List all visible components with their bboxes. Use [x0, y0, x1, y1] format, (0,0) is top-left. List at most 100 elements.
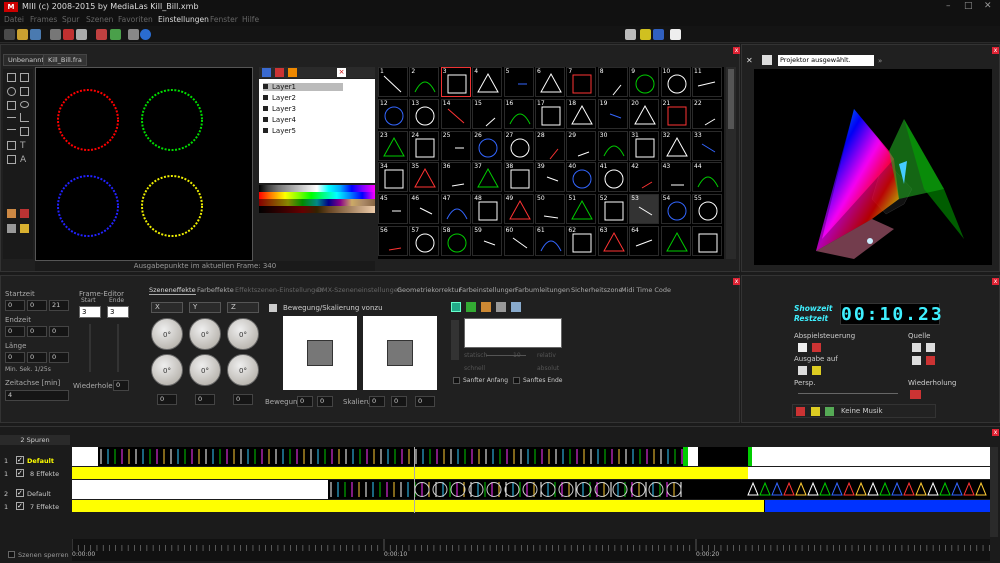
wiederholen-input[interactable]: 0 — [113, 380, 129, 391]
effect-thumbnail[interactable]: 38 — [503, 162, 534, 193]
effect-text-box[interactable] — [464, 318, 562, 348]
szenen-sperren-checkbox[interactable] — [8, 551, 15, 558]
layer-item[interactable]: Layer3 — [263, 105, 296, 113]
effect-thumbnail[interactable]: 25 — [440, 130, 471, 161]
end-frame-input[interactable]: 0 — [49, 326, 69, 337]
cut-icon[interactable] — [96, 29, 107, 40]
music-edit-icon[interactable] — [825, 407, 834, 416]
effect-thumbnail[interactable]: 28 — [535, 130, 565, 161]
bewegung-y-input[interactable]: 0 — [317, 396, 333, 407]
zeitachse-select[interactable]: 4 — [5, 390, 69, 401]
menu-einstellungen[interactable]: Einstellungen — [158, 15, 209, 24]
effect-thumbnail[interactable]: 24 — [409, 130, 440, 161]
effect-thumbnail[interactable]: 35 — [409, 162, 440, 193]
effect-thumbnail[interactable]: 40 — [566, 162, 597, 193]
layer-add-icon[interactable] — [262, 68, 271, 77]
close-panel-icon[interactable]: x — [733, 47, 740, 54]
length-frame-input[interactable]: 0 — [49, 352, 69, 363]
z-axis-select[interactable]: Z — [227, 302, 259, 313]
knob-z-step[interactable]: 0 — [233, 394, 253, 405]
effect-thumbnail[interactable]: 29 — [566, 130, 597, 161]
menu-datei[interactable]: Datei — [4, 15, 24, 24]
track-name[interactable]: Default — [27, 457, 54, 465]
piano-icon[interactable] — [670, 29, 681, 40]
tab-szeneneffekte[interactable]: Szeneneffekte — [149, 286, 196, 295]
music-off-icon[interactable] — [796, 407, 805, 416]
source-icon-3[interactable] — [912, 356, 921, 365]
source-icon-4[interactable] — [926, 356, 935, 365]
sanfter-anfang-checkbox[interactable] — [453, 377, 460, 384]
menu-fenster[interactable]: Fenster — [210, 15, 238, 24]
effect-thumbnail[interactable]: 59 — [472, 226, 503, 256]
bewegung-von-preview[interactable] — [283, 316, 357, 390]
effect-thumbnail[interactable]: 30 — [597, 130, 628, 161]
track-2-frames[interactable] — [72, 480, 990, 499]
rotation-speed-knob-z[interactable]: 0° — [227, 354, 259, 386]
skalierung-y-input[interactable]: 0 — [391, 396, 407, 407]
effect-thumbnail[interactable]: 18 — [566, 98, 597, 129]
copy-tool-icon[interactable] — [7, 224, 16, 233]
effect-mode-icon-1[interactable] — [451, 302, 461, 312]
tab-effektszenen[interactable]: Effektszenen-Einstellungen — [235, 286, 323, 294]
effect-thumbnail[interactable]: 55 — [692, 194, 722, 225]
color-palette[interactable] — [259, 185, 375, 215]
pencil-tool-icon[interactable] — [7, 209, 16, 218]
info-icon[interactable] — [140, 29, 151, 40]
length-min-input[interactable]: 0 — [5, 352, 25, 363]
start-min-input[interactable]: 0 — [5, 300, 25, 311]
pause-icon[interactable] — [812, 343, 821, 352]
bewegung-icon[interactable] — [269, 304, 277, 312]
zoom-fit-tool-icon[interactable] — [20, 87, 29, 96]
effect-thumbnail[interactable]: 63 — [597, 226, 628, 256]
rotation-knob-z[interactable]: 0° — [227, 318, 259, 350]
knob-x-step[interactable]: 0 — [157, 394, 177, 405]
trash-tool-icon[interactable] — [20, 73, 29, 82]
bewegung-zu-preview[interactable] — [363, 316, 437, 390]
track-2-effects[interactable] — [72, 500, 990, 512]
delete-icon[interactable] — [63, 29, 74, 40]
effect-thumbnail[interactable]: 17 — [535, 98, 565, 129]
effect-thumbnail[interactable]: 61 — [535, 226, 565, 256]
timeline-vscroll[interactable] — [990, 447, 998, 537]
effect-thumbnail[interactable]: 64 — [629, 226, 660, 256]
projector-button-icon[interactable] — [762, 55, 772, 65]
rotation-knob-y[interactable]: 0° — [189, 318, 221, 350]
layer-item[interactable]: Layer5 — [263, 127, 296, 135]
text-tool-icon[interactable]: T — [20, 141, 26, 151]
track-name[interactable]: Default — [27, 490, 51, 498]
knob-y-step[interactable]: 0 — [195, 394, 215, 405]
layer-fx-icon[interactable] — [288, 68, 297, 77]
rotation-speed-knob-x[interactable]: 0° — [151, 354, 183, 386]
effect-thumbnail[interactable]: 15 — [472, 98, 503, 129]
effect-thumbnail[interactable]: 46 — [409, 194, 440, 225]
schnell-option[interactable]: schnell — [464, 365, 485, 372]
effect-thumbnail[interactable]: 56 — [378, 226, 408, 256]
effect-grid-scrollbar[interactable] — [726, 67, 736, 259]
effect-thumbnail[interactable]: 42 — [629, 162, 660, 193]
minimize-button[interactable]: – — [946, 1, 951, 11]
skalierung-z-input[interactable]: 0 — [415, 396, 435, 407]
effect-thumbnail[interactable]: 45 — [378, 194, 408, 225]
effect-thumbnail[interactable]: 12 — [378, 98, 408, 129]
menu-frames[interactable]: Frames — [30, 15, 57, 24]
effect-thumbnail[interactable]: 44 — [692, 162, 722, 193]
effect-mode-icon-4[interactable] — [496, 302, 506, 312]
effect-thumbnail[interactable]: 21 — [660, 98, 691, 129]
effect-thumbnail[interactable]: 37 — [472, 162, 503, 193]
effect-mode-icon-2[interactable] — [466, 302, 476, 312]
monitor-icon[interactable] — [798, 366, 807, 375]
open-icon[interactable] — [17, 29, 28, 40]
effect-level-slider[interactable] — [451, 320, 459, 360]
effect-thumbnail[interactable]: 6 — [535, 67, 565, 97]
curve-tool-icon[interactable] — [7, 129, 16, 135]
effect-thumbnail[interactable]: 20 — [629, 98, 660, 129]
warning-icon[interactable] — [640, 29, 651, 40]
sub-track-checkbox[interactable]: ✓ — [16, 502, 24, 510]
layer-color-icon[interactable] — [275, 68, 284, 77]
tools-icon[interactable] — [128, 29, 139, 40]
effect-thumbnail[interactable]: 36 — [440, 162, 471, 193]
layer-item[interactable]: Layer1 — [263, 83, 343, 91]
menu-favoriten[interactable]: Favoriten — [118, 15, 153, 24]
effect-thumbnail[interactable]: 47 — [440, 194, 471, 225]
y-axis-select[interactable]: Y — [189, 302, 221, 313]
